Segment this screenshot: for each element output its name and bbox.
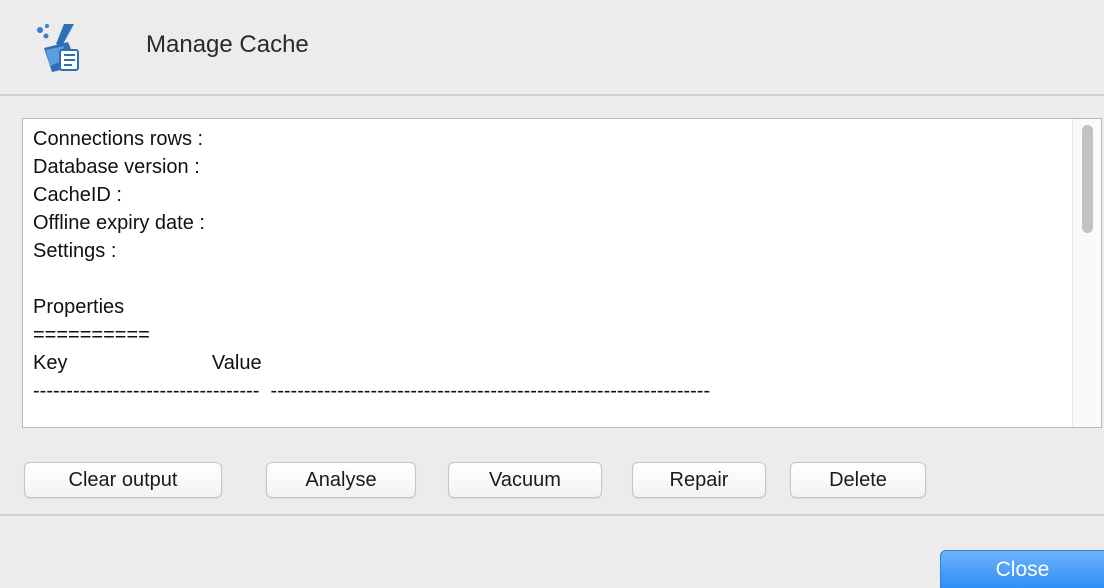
vertical-scrollbar[interactable] [1072,119,1101,427]
dialog-title: Manage Cache [146,31,309,58]
repair-button[interactable]: Repair [632,462,766,498]
footer-divider [0,514,1104,516]
output-text-area[interactable]: Connections rows : Database version : Ca… [22,118,1102,428]
action-button-row: Clear output Analyse Vacuum Repair Delet… [0,462,1104,502]
broom-cleanup-icon [34,22,90,76]
clear-output-button[interactable]: Clear output [24,462,222,498]
analyse-button[interactable]: Analyse [266,462,416,498]
vacuum-button[interactable]: Vacuum [448,462,602,498]
scrollbar-thumb[interactable] [1082,125,1093,233]
output-text: Connections rows : Database version : Ca… [33,128,711,402]
delete-button[interactable]: Delete [790,462,926,498]
close-button[interactable]: Close [940,550,1104,588]
dialog-header: Manage Cache [0,0,1104,96]
